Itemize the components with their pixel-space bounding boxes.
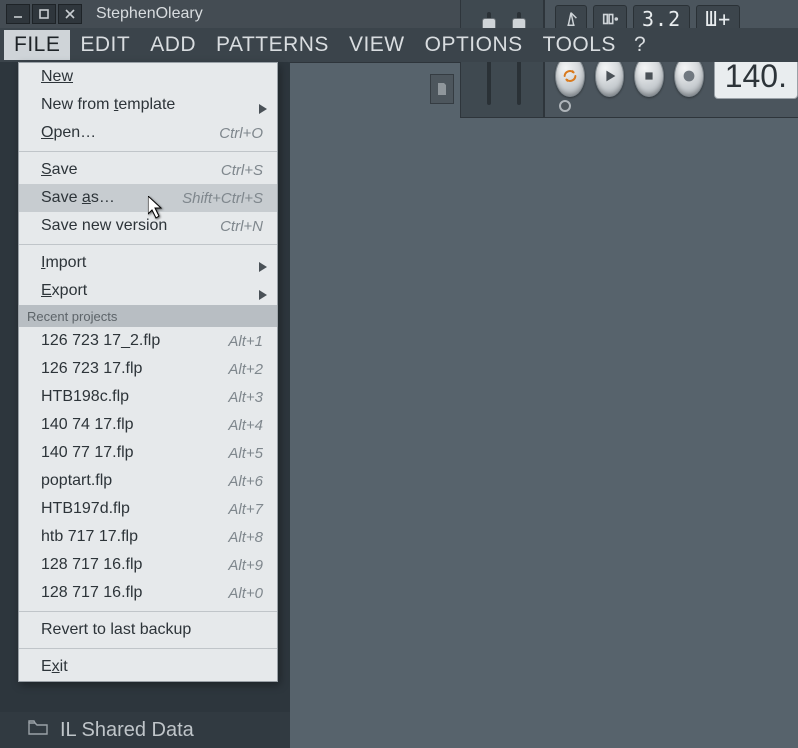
menu-open[interactable]: Open… Ctrl+O bbox=[19, 119, 277, 147]
menu-revert[interactable]: Revert to last backup bbox=[19, 616, 277, 644]
menu-import[interactable]: Import bbox=[19, 249, 277, 277]
separator bbox=[19, 151, 277, 152]
menu-bar: FILE EDIT ADD PATTERNS VIEW OPTIONS TOOL… bbox=[0, 28, 798, 62]
menu-edit[interactable]: EDIT bbox=[70, 30, 140, 60]
chevron-right-icon bbox=[259, 287, 267, 295]
recent-item[interactable]: 128 717 16.flpAlt+9 bbox=[19, 551, 277, 579]
recent-item[interactable]: 140 77 17.flpAlt+5 bbox=[19, 439, 277, 467]
menu-options[interactable]: OPTIONS bbox=[415, 30, 533, 60]
menu-add[interactable]: ADD bbox=[140, 30, 206, 60]
menu-view[interactable]: VIEW bbox=[339, 30, 415, 60]
recent-item[interactable]: 140 74 17.flpAlt+4 bbox=[19, 411, 277, 439]
recent-item[interactable]: poptart.flpAlt+6 bbox=[19, 467, 277, 495]
menu-help[interactable]: ? bbox=[626, 30, 654, 60]
recent-item[interactable]: 126 723 17_2.flpAlt+1 bbox=[19, 327, 277, 355]
recent-projects-header: Recent projects bbox=[19, 305, 277, 327]
recent-item[interactable]: htb 717 17.flpAlt+8 bbox=[19, 523, 277, 551]
recent-item[interactable]: HTB198c.flpAlt+3 bbox=[19, 383, 277, 411]
file-menu-dropdown: New New from template Open… Ctrl+O Save … bbox=[18, 62, 278, 682]
menu-file[interactable]: FILE bbox=[4, 30, 70, 60]
maximize-button[interactable] bbox=[32, 4, 56, 24]
chevron-right-icon bbox=[259, 259, 267, 267]
menu-export[interactable]: Export bbox=[19, 277, 277, 305]
menu-new[interactable]: New bbox=[19, 63, 277, 91]
chevron-right-icon bbox=[259, 101, 267, 109]
browser-folder-row[interactable]: IL Shared Data bbox=[0, 712, 290, 748]
menu-exit[interactable]: Exit bbox=[19, 653, 277, 681]
workspace-canvas[interactable] bbox=[290, 62, 798, 748]
separator bbox=[19, 648, 277, 649]
menu-save[interactable]: Save Ctrl+S bbox=[19, 156, 277, 184]
recent-item[interactable]: HTB197d.flpAlt+7 bbox=[19, 495, 277, 523]
pan-knob[interactable] bbox=[559, 100, 571, 112]
folder-icon bbox=[28, 719, 48, 742]
recent-item[interactable]: 128 717 16.flpAlt+0 bbox=[19, 579, 277, 607]
menu-new-from-template[interactable]: New from template bbox=[19, 91, 277, 119]
recent-item[interactable]: 126 723 17.flpAlt+2 bbox=[19, 355, 277, 383]
close-button[interactable] bbox=[58, 4, 82, 24]
minimize-button[interactable] bbox=[6, 4, 30, 24]
project-title: StephenOleary bbox=[96, 5, 203, 23]
mouse-cursor-icon bbox=[148, 196, 166, 225]
hint-panel-icon[interactable] bbox=[430, 74, 454, 104]
browser-folder-label: IL Shared Data bbox=[60, 719, 194, 742]
menu-tools[interactable]: TOOLS bbox=[533, 30, 626, 60]
menu-patterns[interactable]: PATTERNS bbox=[206, 30, 339, 60]
separator bbox=[19, 244, 277, 245]
separator bbox=[19, 611, 277, 612]
